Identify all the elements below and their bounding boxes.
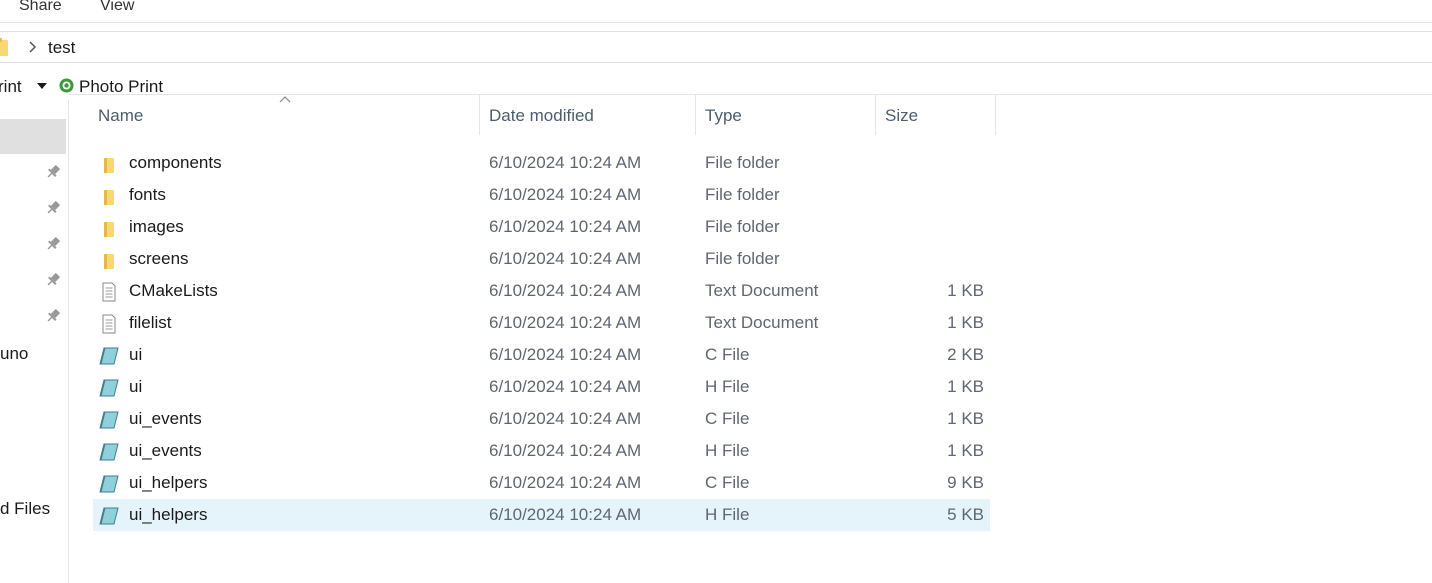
- file-row[interactable]: ui 6/10/2024 10:24 AM C File 2 KB: [93, 339, 990, 371]
- file-date-modified: 6/10/2024 10:24 AM: [489, 249, 642, 268]
- file-name: ui_helpers: [129, 473, 208, 492]
- text-document-icon: [99, 282, 119, 302]
- column-header-size[interactable]: Size: [885, 106, 918, 126]
- sort-ascending-icon: [279, 96, 291, 103]
- column-divider[interactable]: [695, 95, 696, 135]
- source-file-icon: [99, 442, 119, 462]
- navigation-pane: uno d Files: [0, 100, 69, 583]
- file-name: images: [129, 217, 184, 236]
- pin-icon[interactable]: [45, 236, 61, 252]
- pin-icon[interactable]: [45, 200, 61, 216]
- folder-icon: [99, 186, 119, 206]
- nav-item-uno[interactable]: uno: [0, 344, 28, 364]
- photo-print-icon: [59, 78, 74, 93]
- file-type: C File: [705, 345, 750, 364]
- nav-item-files[interactable]: d Files: [0, 499, 50, 519]
- file-type: C File: [705, 473, 750, 492]
- file-size: 9 KB: [947, 473, 984, 492]
- file-name: components: [129, 153, 222, 172]
- ribbon-tabs: Share View: [0, 0, 1432, 23]
- file-type: H File: [705, 441, 750, 460]
- file-name: fonts: [129, 185, 166, 204]
- file-date-modified: 6/10/2024 10:24 AM: [489, 377, 642, 396]
- file-row[interactable]: ui_events 6/10/2024 10:24 AM H File 1 KB: [93, 435, 990, 467]
- tab-share[interactable]: Share: [19, 0, 62, 15]
- file-name: CMakeLists: [129, 281, 218, 300]
- file-row[interactable]: ui_helpers 6/10/2024 10:24 AM H File 5 KB: [93, 499, 990, 531]
- file-size: 1 KB: [947, 313, 984, 332]
- folder-icon: [0, 38, 8, 56]
- file-size: 2 KB: [947, 345, 984, 364]
- file-row[interactable]: ui_helpers 6/10/2024 10:24 AM C File 9 KB: [93, 467, 990, 499]
- file-date-modified: 6/10/2024 10:24 AM: [489, 505, 642, 524]
- pin-icon[interactable]: [45, 308, 61, 324]
- column-header-name[interactable]: Name: [98, 106, 143, 126]
- file-list: Name Date modified Type Size components 6…: [69, 94, 1432, 583]
- breadcrumb-item[interactable]: test: [48, 38, 75, 58]
- file-size: 1 KB: [947, 377, 984, 396]
- file-date-modified: 6/10/2024 10:24 AM: [489, 153, 642, 172]
- file-size: 1 KB: [947, 441, 984, 460]
- file-date-modified: 6/10/2024 10:24 AM: [489, 345, 642, 364]
- source-file-icon: [99, 506, 119, 526]
- file-type: C File: [705, 409, 750, 428]
- source-file-icon: [99, 378, 119, 398]
- file-name: screens: [129, 249, 189, 268]
- print-button[interactable]: rint: [0, 77, 22, 97]
- file-date-modified: 6/10/2024 10:24 AM: [489, 281, 642, 300]
- file-type: Text Document: [705, 313, 819, 332]
- column-header-date[interactable]: Date modified: [489, 106, 594, 126]
- file-row[interactable]: filelist 6/10/2024 10:24 AM Text Document 1…: [93, 307, 990, 339]
- file-date-modified: 6/10/2024 10:24 AM: [489, 473, 642, 492]
- column-divider[interactable]: [479, 95, 480, 135]
- file-date-modified: 6/10/2024 10:24 AM: [489, 185, 642, 204]
- file-row[interactable]: ui_events 6/10/2024 10:24 AM C File 1 KB: [93, 403, 990, 435]
- file-type: File folder: [705, 249, 780, 268]
- file-type: File folder: [705, 185, 780, 204]
- file-name: filelist: [129, 313, 172, 332]
- file-row[interactable]: components 6/10/2024 10:24 AM File folder: [93, 147, 990, 179]
- file-row[interactable]: images 6/10/2024 10:24 AM File folder: [93, 211, 990, 243]
- file-date-modified: 6/10/2024 10:24 AM: [489, 313, 642, 332]
- file-date-modified: 6/10/2024 10:24 AM: [489, 409, 642, 428]
- file-size: 1 KB: [947, 281, 984, 300]
- file-type: H File: [705, 505, 750, 524]
- file-type: Text Document: [705, 281, 819, 300]
- column-header-type[interactable]: Type: [705, 106, 742, 126]
- tab-view[interactable]: View: [100, 0, 134, 15]
- file-date-modified: 6/10/2024 10:24 AM: [489, 441, 642, 460]
- text-document-icon: [99, 314, 119, 334]
- source-file-icon: [99, 410, 119, 430]
- nav-item-selected[interactable]: [0, 119, 66, 154]
- file-row[interactable]: ui 6/10/2024 10:24 AM H File 1 KB: [93, 371, 990, 403]
- file-row[interactable]: screens 6/10/2024 10:24 AM File folder: [93, 243, 990, 275]
- address-bar[interactable]: test: [0, 31, 1432, 63]
- file-type: File folder: [705, 153, 780, 172]
- file-name: ui_events: [129, 441, 202, 460]
- file-name: ui: [129, 345, 143, 364]
- file-size: 1 KB: [947, 409, 984, 428]
- folder-icon: [99, 218, 119, 238]
- column-divider[interactable]: [995, 95, 996, 135]
- folder-icon: [99, 154, 119, 174]
- file-type: H File: [705, 377, 750, 396]
- file-row[interactable]: fonts 6/10/2024 10:24 AM File folder: [93, 179, 990, 211]
- source-file-icon: [99, 474, 119, 494]
- file-name: ui: [129, 377, 143, 396]
- file-date-modified: 6/10/2024 10:24 AM: [489, 217, 642, 236]
- file-row[interactable]: CMakeLists 6/10/2024 10:24 AM Text Documen…: [93, 275, 990, 307]
- file-name: ui_events: [129, 409, 202, 428]
- folder-icon: [99, 250, 119, 270]
- file-size: 5 KB: [947, 505, 984, 524]
- file-type: File folder: [705, 217, 780, 236]
- column-divider[interactable]: [875, 95, 876, 135]
- pin-icon[interactable]: [45, 272, 61, 288]
- source-file-icon: [99, 346, 119, 366]
- chevron-right-icon[interactable]: [26, 40, 38, 54]
- file-name: ui_helpers: [129, 505, 208, 524]
- pin-icon[interactable]: [45, 164, 61, 180]
- dropdown-arrow-icon[interactable]: [37, 83, 47, 89]
- file-explorer-window: Share View test rint Photo Print uno d F…: [0, 0, 1432, 583]
